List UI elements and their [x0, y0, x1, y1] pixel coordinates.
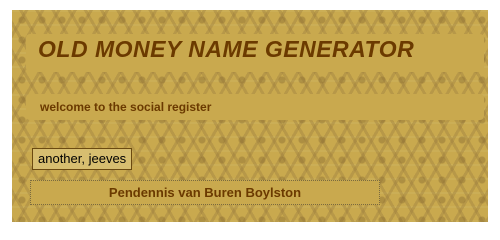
- patterned-background: OLD MONEY NAME GENERATOR welcome to the …: [12, 10, 488, 222]
- generated-name-output: Pendennis van Buren Boylston: [30, 180, 380, 205]
- generate-button[interactable]: another, jeeves: [32, 148, 133, 170]
- page-title: OLD MONEY NAME GENERATOR: [38, 36, 415, 62]
- page-subtitle: welcome to the social register: [40, 100, 212, 114]
